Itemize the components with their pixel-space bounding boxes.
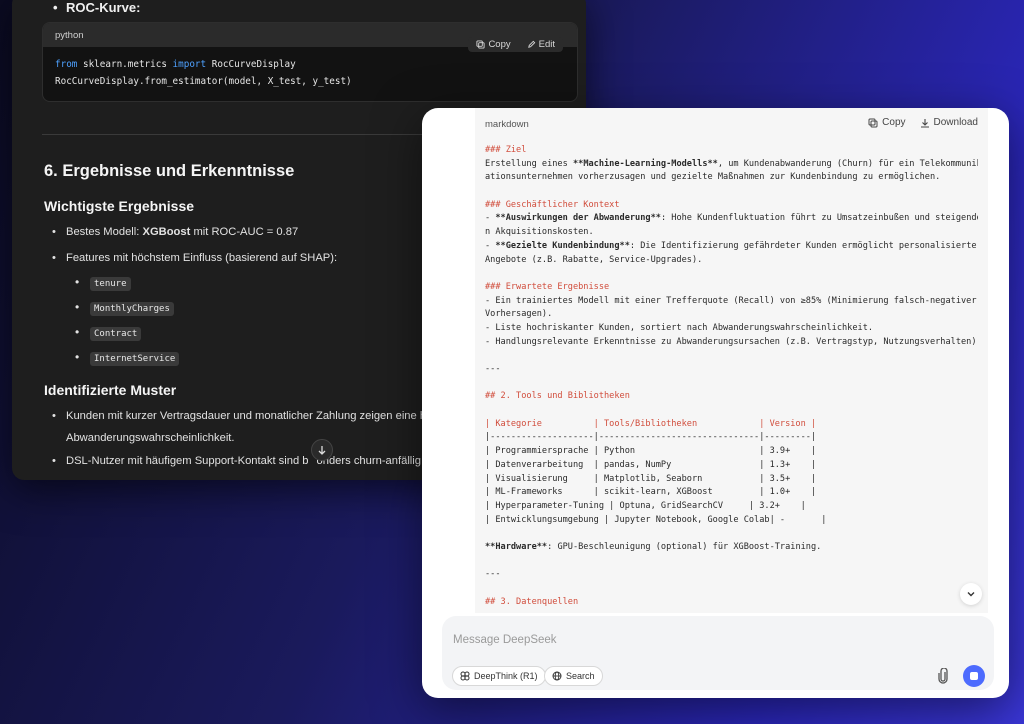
- deepthink-icon: [460, 671, 470, 681]
- feature-item: tenure: [75, 271, 131, 295]
- markdown-line: [485, 349, 978, 363]
- edit-code-button[interactable]: Edit: [527, 39, 555, 50]
- markdown-line: [485, 555, 978, 569]
- scroll-down-button[interactable]: [960, 583, 982, 605]
- pattern-item: Kunden mit kurzer Vertragsdauer und mona…: [52, 405, 426, 427]
- markdown-line: | Kategorie | Tools/Bibliotheken | Versi…: [485, 418, 817, 429]
- features-item: Features mit höchstem Einfluss (basieren…: [52, 247, 337, 269]
- markdown-actions: Copy Download: [868, 117, 978, 128]
- markdown-code-block: markdown Copy Download ### Ziel Erstellun…: [475, 108, 988, 613]
- markdown-line: [485, 404, 978, 418]
- markdown-line: [485, 527, 978, 541]
- markdown-line: - Liste hochriskanter Kunden, sortiert n…: [485, 322, 874, 333]
- markdown-line: | Hyperparameter-Tuning | Optuna, GridSe…: [485, 500, 806, 511]
- markdown-line: [485, 185, 978, 199]
- attach-file-button[interactable]: [937, 667, 949, 687]
- edit-label: Edit: [538, 39, 555, 50]
- markdown-content: ### Ziel Erstellung eines **Machine-Learn…: [475, 138, 988, 613]
- markdown-line: ## 3. Datenquellen: [485, 596, 579, 607]
- patterns-subheading: Identifizierte Muster: [44, 382, 177, 398]
- feature-item: InternetService: [75, 346, 180, 370]
- scroll-to-bottom-button[interactable]: [311, 439, 333, 461]
- markdown-line: | Datenverarbeitung | pandas, NumPy | 1.…: [485, 459, 817, 470]
- search-label: Search: [566, 671, 595, 681]
- markdown-line: ### Geschäftlicher Kontext: [485, 199, 620, 210]
- python-code-block: python Copy Edit from sklearn.metrics im…: [42, 22, 578, 102]
- markdown-line: ---: [485, 364, 501, 374]
- markdown-line: ### Ziel: [485, 145, 527, 155]
- markdown-line: [485, 582, 978, 596]
- message-input-placeholder: Message DeepSeek: [453, 634, 557, 646]
- feature-item: Contract: [75, 321, 142, 345]
- markdown-line: Vorhersagen).: [485, 309, 553, 320]
- code-line-2: RocCurveDisplay.from_estimator(model, X_…: [55, 76, 352, 87]
- pattern-item-continued: Abwanderungswahrscheinlichkeit.: [66, 432, 235, 444]
- markdown-line: [485, 377, 978, 391]
- markdown-line: ## 2. Tools und Bibliotheken: [485, 391, 630, 402]
- code-content: from sklearn.metrics import RocCurveDisp…: [43, 47, 577, 99]
- markdown-line: | Entwicklungsumgebung | Jupyter Noteboo…: [485, 514, 827, 525]
- copy-code-button[interactable]: Copy: [476, 39, 511, 50]
- download-label: Download: [933, 117, 978, 128]
- stop-generation-button[interactable]: [963, 665, 985, 687]
- roc-curve-bullet: ROC-Kurve:: [53, 0, 140, 15]
- feature-item: MonthlyCharges: [75, 296, 174, 320]
- markdown-line: ---: [485, 569, 501, 580]
- arrow-down-icon: [318, 446, 326, 455]
- chevron-down-icon: [967, 592, 975, 597]
- globe-icon: [552, 671, 562, 681]
- copy-markdown-button[interactable]: Copy: [868, 117, 906, 128]
- copy-icon: [476, 40, 485, 49]
- markdown-lang-label: markdown: [485, 119, 529, 130]
- pattern-item: DSL-Nutzer mit häufigem Support-Kontakt …: [52, 450, 421, 472]
- download-markdown-button[interactable]: Download: [920, 117, 978, 128]
- markdown-line: **Hardware**: GPU-Beschleunigung (option…: [485, 541, 822, 552]
- best-model-item: Bestes Modell: XGBoost mit ROC-AUC = 0.8…: [52, 221, 298, 243]
- markdown-line: [485, 267, 978, 281]
- light-chat-window: markdown Copy Download ### Ziel Erstellun…: [422, 108, 1009, 698]
- markdown-line: | Visualisierung | Matplotlib, Seaborn |…: [485, 473, 817, 484]
- markdown-line: |--------------------|------------------…: [485, 432, 817, 443]
- markdown-line: - **Auswirkungen der Abwanderung**: Hohe…: [485, 213, 978, 224]
- search-toggle[interactable]: Search: [544, 666, 603, 686]
- deepthink-toggle[interactable]: DeepThink (R1): [452, 666, 546, 686]
- markdown-line: Angebote (z.B. Rabatte, Service-Upgrades…: [485, 254, 703, 265]
- markdown-line: | Programmiersprache | Python | 3.9+ |: [485, 446, 817, 457]
- copy-label: Copy: [488, 39, 511, 50]
- markdown-line: ### Erwartete Ergebnisse: [485, 281, 610, 292]
- markdown-line: | ML-Frameworks | scikit-learn, XGBoost …: [485, 487, 817, 498]
- deepthink-label: DeepThink (R1): [474, 671, 538, 681]
- edit-icon: [527, 40, 535, 48]
- download-icon: [920, 118, 929, 128]
- results-heading: 6. Ergebnisse und Erkenntnisse: [44, 162, 295, 180]
- code-line-1: from sklearn.metrics import RocCurveDisp…: [55, 59, 296, 70]
- markdown-line: Erstellung eines **Machine-Learning-Mode…: [485, 158, 978, 169]
- stop-icon: [970, 672, 978, 680]
- markdown-line: n Akquisitionskosten.: [485, 227, 594, 238]
- key-results-subheading: Wichtigste Ergebnisse: [44, 198, 195, 214]
- markdown-line: - **Gezielte Kundenbindung**: Die Identi…: [485, 240, 977, 251]
- copy-icon: [868, 118, 878, 127]
- copy-label: Copy: [882, 117, 906, 128]
- markdown-line: ationsunternehmen vorherzusagen und gezi…: [485, 172, 941, 183]
- markdown-block-header: markdown Copy Download: [475, 108, 988, 138]
- markdown-line: - Ein trainiertes Modell mit einer Treff…: [485, 295, 977, 306]
- markdown-line: - Handlungsrelevante Erkenntnisse zu Abw…: [485, 336, 978, 347]
- paperclip-icon: [938, 667, 948, 684]
- code-actions: Copy Edit: [468, 37, 563, 52]
